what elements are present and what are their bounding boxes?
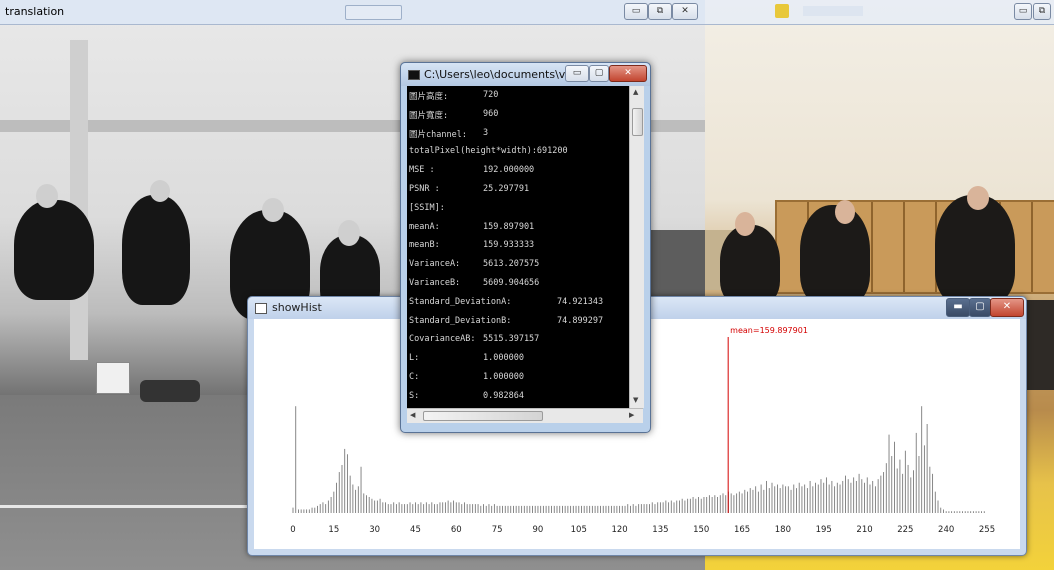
console-line: Standard_DeviationA: 74.921343 [409,296,603,307]
scroll-down-arrow-icon[interactable]: ▼ [633,396,638,404]
maximize-button[interactable]: ⧉ [648,3,672,20]
console-line: 圖片寬度: 960 [409,109,498,121]
console-line-value: 960 [483,108,499,119]
console-line-label: Standard_DeviationB: [409,315,512,326]
close-button[interactable]: ✕ [672,3,698,20]
console-line: L: 1.000000 [409,353,524,364]
console-line: MSE : 192.000000 [409,165,534,176]
console-line: 圖片channel: 3 [409,128,488,140]
console-line-value: 720 [483,90,499,100]
x-tick-label: 45 [410,525,421,535]
mean-label: mean=159.897901 [730,326,808,335]
console-line-label: 圖片channel: [409,129,467,140]
x-tick-label: 120 [611,525,627,535]
console-line-value: 5515.397157 [483,334,540,345]
x-tick-label: 255 [979,525,995,535]
scroll-up-arrow-icon[interactable]: ▲ [633,88,638,96]
console-line-value: 74.899297 [557,315,604,326]
console-line-label: C: [409,372,420,382]
minimize-button[interactable]: ▭ [624,3,648,20]
console-line-value: 159.897901 [483,221,535,232]
x-tick-label: 225 [897,525,913,535]
console-line-value: 1.000000 [483,372,524,382]
console-line-value: 5613.207575 [483,259,540,270]
console-line: CovarianceAB: 5515.397157 [409,334,539,345]
console-line-value: 25.297791 [483,184,530,194]
console-line: PSNR : 25.297791 [409,184,529,194]
x-tick-label: 135 [652,525,668,535]
console-line-value: 0.982864 [483,390,524,401]
console-line-label: meanB: [409,240,440,251]
console-line-label: VarianceA: [409,259,461,270]
translation-window-title: translation [5,5,65,18]
console-line-label: meanA: [409,221,440,232]
scroll-left-arrow-icon[interactable]: ◀ [410,411,415,419]
console-line-label: [SSIM]: [409,202,445,213]
console-vertical-scrollbar[interactable]: ▲ ▼ [629,86,644,408]
console-app-icon [408,70,420,80]
x-tick-label: 165 [734,525,750,535]
histogram-window-title: showHist [272,301,322,314]
hscroll-thumb[interactable] [423,411,543,421]
console-line-label: S: [409,390,420,401]
console-titlebar[interactable]: C:\Users\leo\documents\visua... ▭ ▢ ✕ [401,63,650,86]
window-app-icon [255,303,267,314]
console-close-button[interactable]: ✕ [609,65,647,82]
console-line-label: MSE : [409,165,435,176]
console-line-label: L: [409,353,420,364]
x-tick-label: 240 [938,525,954,535]
color-maximize-button[interactable]: ⧉ [1033,3,1051,20]
x-tick-label: 150 [693,525,709,535]
x-tick-label: 210 [856,525,872,535]
x-tick-label: 180 [775,525,791,535]
console-line-value: 192.000000 [483,165,535,176]
console-window: C:\Users\leo\documents\visua... ▭ ▢ ✕ 圖片… [400,62,651,433]
console-line-label: totalPixel(height*width):691200 [409,146,568,157]
console-line-label: VarianceB: [409,278,461,288]
console-horizontal-scrollbar[interactable]: ◀ ▶ [407,408,643,423]
console-line: meanB: 159.933333 [409,240,534,251]
console-line: meanA: 159.897901 [409,221,534,232]
color-window-titlebar[interactable]: ▭ ⧉ [705,0,1054,25]
scroll-right-arrow-icon[interactable]: ▶ [629,411,634,419]
console-line-value: 5609.904656 [483,278,540,288]
console-line: VarianceB: 5609.904656 [409,278,539,288]
x-tick-label: 15 [328,525,339,535]
console-line-label: CovarianceAB: [409,334,476,345]
histogram-minimize-button[interactable]: ▬ [946,298,970,317]
x-tick-label: 0 [290,525,295,535]
console-line-label: Standard_DeviationA: [409,296,512,307]
console-maximize-button[interactable]: ▢ [589,65,609,82]
console-output: 圖片高度: 720 圖片寬度: 960 圖片channel: 3 totalPixel(he… [407,86,629,408]
console-line-label: 圖片寬度: [409,110,449,121]
x-tick-label: 60 [451,525,462,535]
console-line-value: 159.933333 [483,240,535,251]
color-minimize-button[interactable]: ▭ [1014,3,1032,20]
x-tick-label: 30 [369,525,380,535]
x-tick-label: 75 [492,525,503,535]
console-line-label: 圖片高度: [409,92,449,102]
console-line: [SSIM]: [409,203,445,213]
x-tick-label: 105 [571,525,587,535]
console-line-value: 1.000000 [483,353,524,364]
console-line-value: 74.921343 [557,296,604,307]
histogram-maximize-button[interactable]: ▢ [969,298,991,317]
scroll-thumb[interactable] [632,108,643,136]
histogram-close-button[interactable]: ✕ [990,298,1024,317]
x-tick-label: 195 [816,525,832,535]
translation-titlebar[interactable]: translation ▭ ⧉ ✕ [0,0,705,25]
console-line: S: 0.982864 [409,390,524,401]
console-minimize-button[interactable]: ▭ [565,65,589,82]
console-line: C: 1.000000 [409,372,524,382]
console-line: Standard_DeviationB: 74.899297 [409,315,603,326]
console-line: totalPixel(height*width):691200 [409,146,568,156]
x-tick-label: 90 [533,525,544,535]
console-line-value: 3 [483,127,489,138]
console-line: VarianceA: 5613.207575 [409,259,539,270]
console-line-label: PSNR : [409,184,440,194]
console-line: 圖片高度: 720 [409,90,498,102]
